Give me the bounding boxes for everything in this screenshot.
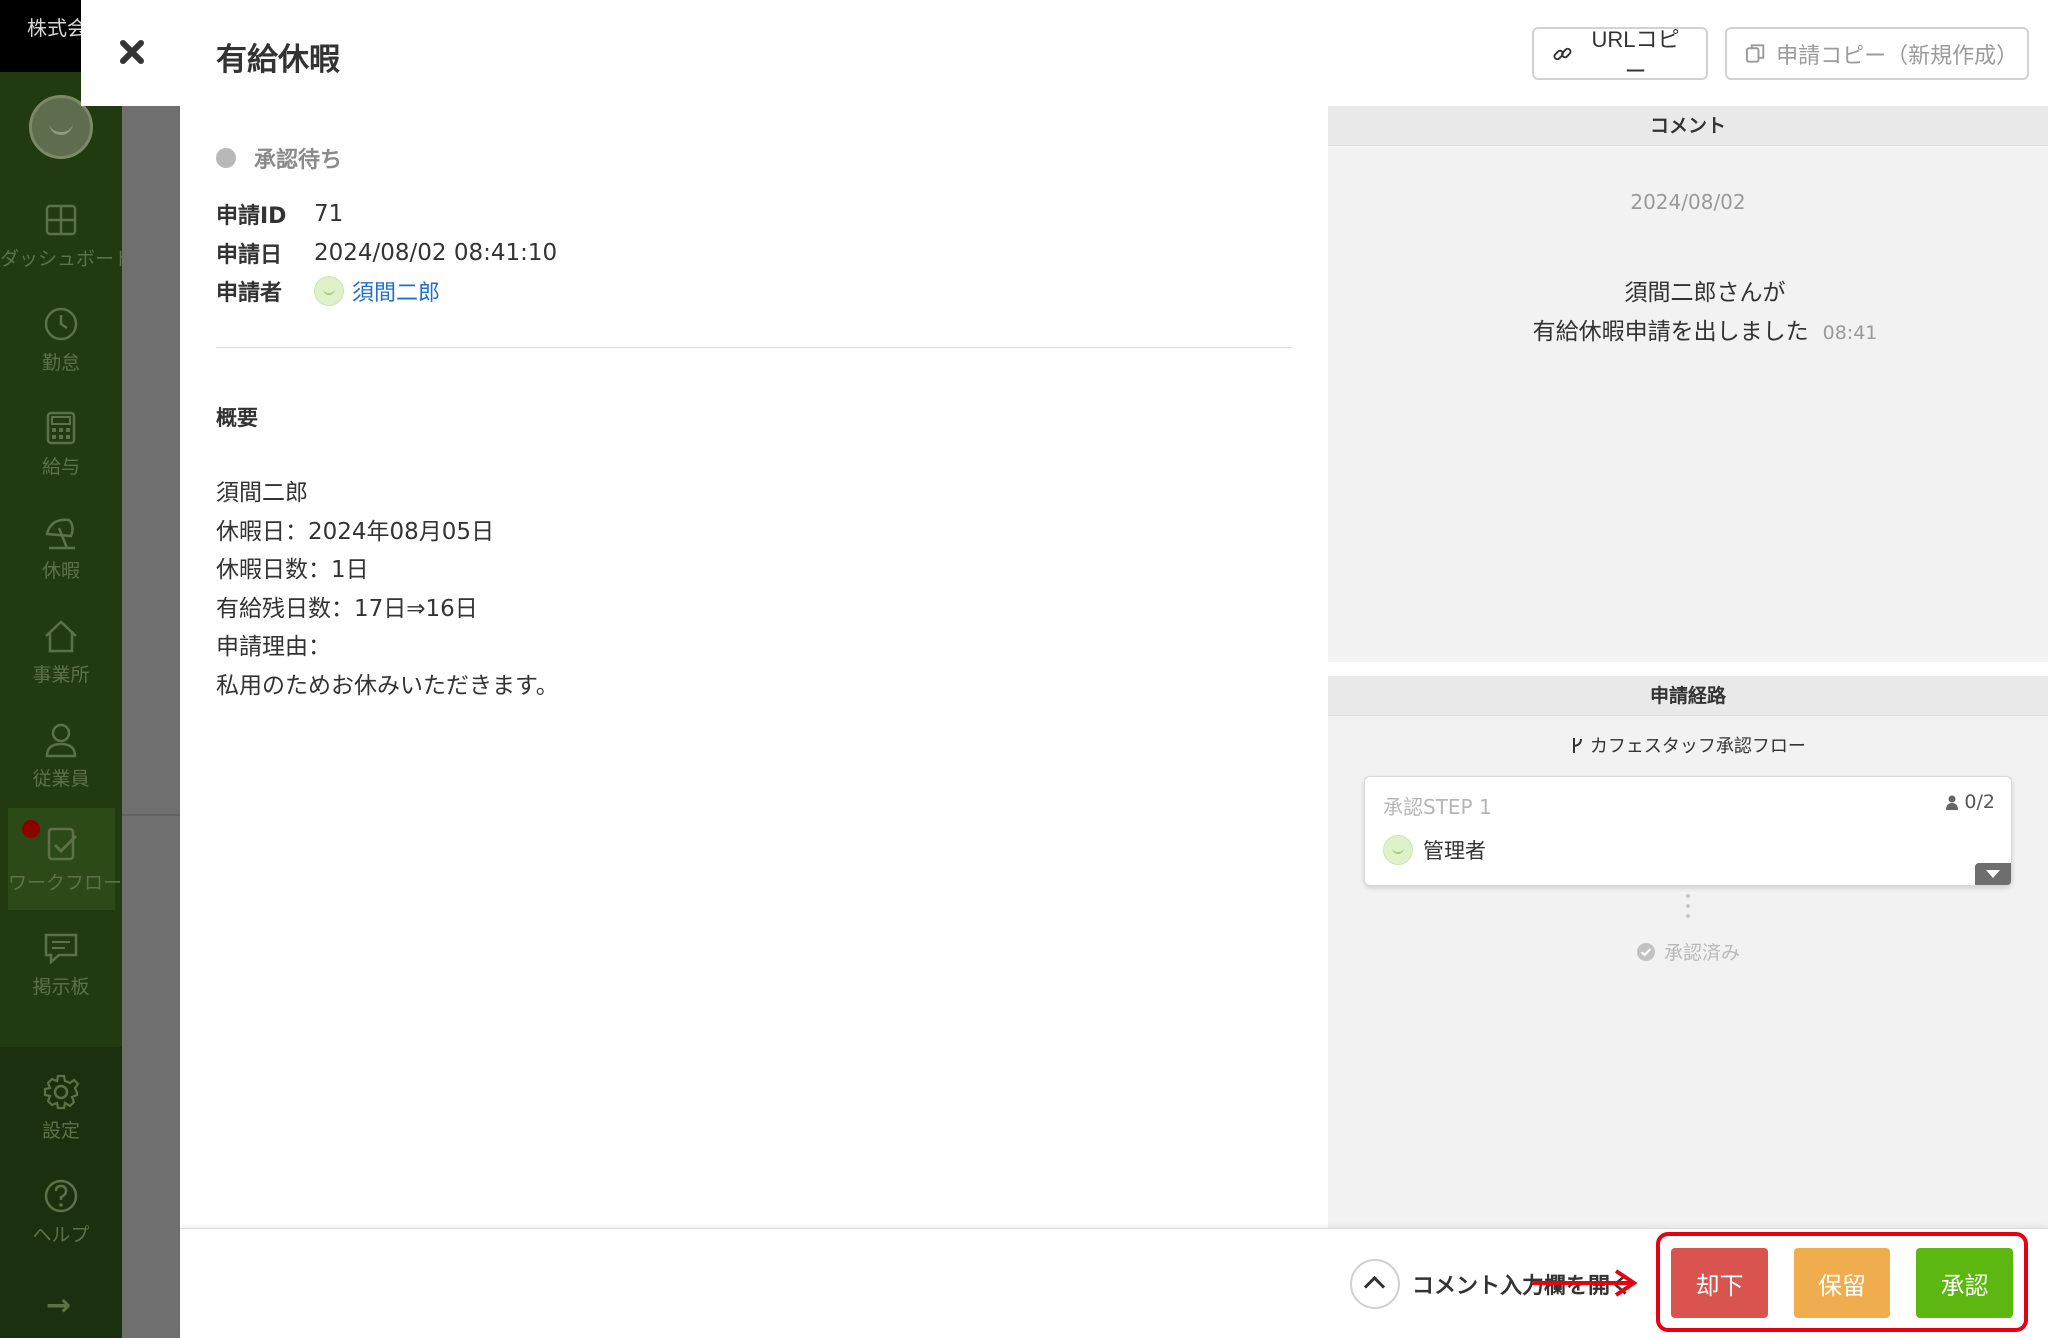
sidebar-item-label: 事業所	[32, 664, 90, 686]
flow-name-text: カフェスタッフ承認フロー	[1589, 736, 1806, 757]
background-divider	[122, 814, 180, 816]
calculator-icon	[46, 411, 76, 445]
comment-line: 須間二郎さんが	[1624, 280, 1786, 306]
applicant-row: 申請者 須間二郎	[216, 275, 440, 307]
sidebar-item-label: ヘルプ	[32, 1224, 90, 1246]
approve-button[interactable]: 承認	[1916, 1248, 2013, 1318]
comment-line-2: 有給休暇申請を出しました 08:41	[1480, 313, 1930, 353]
notification-dot	[22, 820, 40, 838]
request-copy-button[interactable]: 申請コピー（新規作成）	[1725, 27, 2029, 80]
sidebar-item-help[interactable]: ヘルプ	[0, 1176, 122, 1280]
step-count-text: 0/2	[1964, 791, 1995, 813]
user-icon	[45, 723, 77, 758]
expand-sidebar-icon[interactable]: →	[46, 1288, 71, 1323]
gear-icon	[43, 1074, 80, 1110]
sidebar-item-dashboard[interactable]: ダッシュボード	[0, 200, 134, 304]
summary-heading: 概要	[216, 406, 258, 430]
background-content	[122, 100, 180, 1338]
hold-button[interactable]: 保留	[1794, 1248, 1890, 1318]
sidebar-item-label: 給与	[41, 456, 80, 478]
annotation-arrow-icon	[1532, 1269, 1638, 1297]
link-icon	[1553, 47, 1572, 60]
url-copy-button[interactable]: URLコピー	[1532, 27, 1708, 84]
step-approver: 管理者	[1383, 835, 1486, 865]
summary-line: 有給残日数：17日⇒16日	[216, 595, 478, 622]
sidebar-item-label: ワークフロー	[8, 872, 123, 894]
close-icon[interactable]	[116, 36, 148, 68]
status-badge: 承認待ち	[216, 142, 342, 174]
summary-body: 須間二郎 休暇日：2024年08月05日 休暇日数：1日 有給残日数：17日⇒1…	[216, 474, 559, 705]
message-board-icon	[44, 933, 78, 965]
approval-flow-name: カフェスタッフ承認フロー	[1328, 732, 2048, 758]
request-id-label: 申請ID	[216, 204, 287, 229]
sidebar-item-office[interactable]: 事業所	[0, 616, 122, 720]
home-icon	[45, 620, 77, 653]
comment-toggle-button[interactable]	[1350, 1259, 1400, 1309]
sidebar-item-label: 従業員	[32, 768, 90, 790]
summary-line: 須間二郎	[216, 480, 308, 506]
sidebar-item-label: 休暇	[41, 560, 80, 582]
workflow-icon	[47, 827, 77, 861]
sidebar-item-payroll[interactable]: 給与	[0, 408, 122, 512]
section-divider	[216, 347, 1292, 348]
status-dot-icon	[216, 148, 236, 168]
applicant-name: 須間二郎	[352, 281, 441, 306]
summary-line: 申請理由：	[216, 634, 331, 660]
step-connector	[1686, 894, 1690, 924]
approval-step-card: 承認STEP 1 0/2 管理者	[1364, 776, 2012, 886]
summary-line: 休暇日数：1日	[216, 557, 369, 583]
request-copy-label: 申請コピー（新規作成）	[1776, 42, 2019, 68]
copy-icon	[1745, 43, 1765, 63]
comment-date: 2024/08/02	[1630, 190, 1746, 214]
request-date-value: 2024/08/02 08:41:10	[314, 240, 558, 266]
approver-avatar	[1383, 835, 1413, 865]
request-id-value: 71	[314, 201, 344, 227]
person-icon	[1946, 795, 1959, 810]
sidebar-item-label: ダッシュボード	[0, 248, 134, 270]
sidebar-item-board[interactable]: 掲示板	[0, 928, 122, 1032]
clock-icon	[44, 307, 78, 341]
approver-name: 管理者	[1423, 839, 1486, 863]
summary-line: 私用のためお休みいただきます。	[216, 672, 559, 699]
branch-icon	[1573, 738, 1583, 753]
approved-label: 承認済み	[1663, 942, 1740, 964]
company-name: 株式会	[27, 16, 87, 40]
sidebar-item-attendance[interactable]: 勤怠	[0, 304, 122, 408]
sidebar-item-settings[interactable]: 設定	[0, 1072, 122, 1176]
route-section-header: 申請経路	[1328, 676, 2048, 716]
request-id-row: 申請ID 71	[216, 198, 343, 230]
comment-section-header: コメント	[1328, 106, 2048, 146]
sidebar-item-label: 勤怠	[41, 352, 80, 374]
step-expand-toggle[interactable]	[1975, 863, 2011, 885]
comment-message: 須間二郎さんが 有給休暇申請を出しました 08:41	[1480, 274, 1930, 353]
step-title: 承認STEP 1	[1383, 795, 1492, 819]
applicant-link[interactable]: 須間二郎	[314, 275, 440, 307]
url-copy-label: URLコピー	[1591, 26, 1680, 84]
request-date-row: 申請日 2024/08/02 08:41:10	[216, 237, 557, 269]
applicant-label: 申請者	[216, 281, 283, 306]
comment-time: 08:41	[1822, 322, 1878, 344]
modal-title: 有給休暇	[216, 42, 340, 78]
sidebar-item-label: 掲示板	[32, 976, 90, 998]
check-circle-icon	[1636, 942, 1655, 961]
sidebar-item-workflow[interactable]: ワークフロー	[8, 808, 123, 910]
beach-umbrella-icon	[45, 518, 75, 550]
step-approver-count: 0/2	[1946, 791, 1995, 813]
request-date-label: 申請日	[216, 243, 283, 268]
dashboard-icon	[45, 204, 77, 236]
sidebar-item-label: 設定	[41, 1120, 80, 1142]
help-icon	[44, 1179, 78, 1213]
status-text: 承認待ち	[254, 148, 343, 173]
approved-status: 承認済み	[1328, 938, 2048, 965]
reject-button[interactable]: 却下	[1671, 1248, 1768, 1318]
sidebar-item-leave[interactable]: 休暇	[0, 512, 122, 616]
summary-line: 休暇日：2024年08月05日	[216, 518, 495, 545]
applicant-avatar	[314, 276, 344, 306]
section-gap	[1328, 662, 2048, 676]
comment-line: 有給休暇申請を出しました	[1532, 319, 1809, 345]
